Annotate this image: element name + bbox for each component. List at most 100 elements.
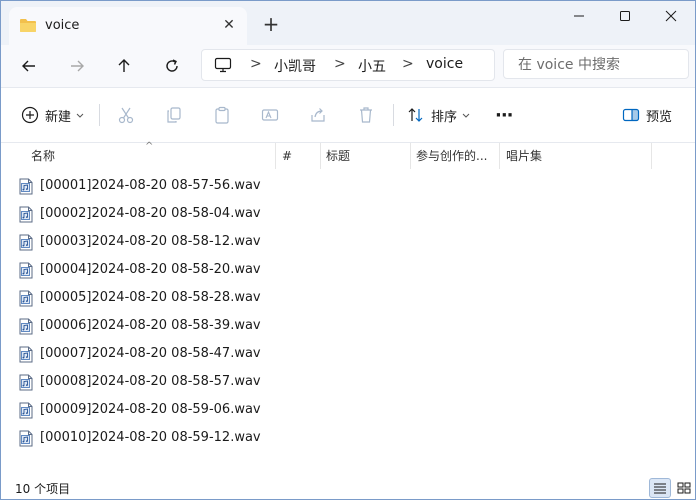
file-row[interactable]: [00009]2024-08-20 08-59-06.wav bbox=[11, 396, 671, 424]
column-separator[interactable] bbox=[320, 143, 321, 169]
sort-icon bbox=[408, 108, 423, 122]
file-name: [00007]2024-08-20 08-58-47.wav bbox=[40, 346, 261, 361]
share-button[interactable] bbox=[309, 103, 327, 127]
column-header-title[interactable]: 标题 bbox=[326, 143, 406, 169]
item-count: 10 个项目 bbox=[15, 482, 71, 496]
this-pc-icon bbox=[214, 57, 232, 73]
column-separator[interactable] bbox=[275, 143, 276, 169]
column-header-contributing-artists[interactable]: 参与创作的... bbox=[416, 143, 498, 169]
chevron-down-icon bbox=[462, 113, 470, 118]
command-bar: 新建 排序 ··· 预览 bbox=[1, 88, 695, 143]
column-header-number[interactable]: # bbox=[282, 143, 312, 169]
column-headers: ^ 名称 # 标题 参与创作的... 唱片集 bbox=[1, 141, 695, 169]
toolbar-divider bbox=[393, 104, 394, 126]
preview-pane-icon bbox=[622, 108, 640, 122]
up-arrow-icon bbox=[118, 59, 130, 72]
breadcrumb-separator[interactable]: > bbox=[334, 56, 346, 72]
audio-file-icon bbox=[19, 206, 33, 223]
new-button-label: 新建 bbox=[45, 109, 72, 125]
refresh-icon bbox=[166, 59, 178, 72]
tiles-view-icon bbox=[677, 482, 691, 494]
maximize-button[interactable] bbox=[602, 1, 648, 31]
minimize-icon bbox=[574, 15, 584, 17]
breadcrumb-item[interactable]: voice bbox=[426, 56, 463, 72]
file-name: [00010]2024-08-20 08-59-12.wav bbox=[40, 430, 261, 445]
rename-button[interactable] bbox=[261, 103, 279, 127]
file-row[interactable]: [00002]2024-08-20 08-58-04.wav bbox=[11, 200, 671, 228]
details-view-icon bbox=[654, 483, 666, 494]
paste-icon bbox=[215, 106, 229, 124]
file-row[interactable]: [00006]2024-08-20 08-58-39.wav bbox=[11, 312, 671, 340]
audio-file-icon bbox=[19, 262, 33, 279]
more-options-button[interactable]: ··· bbox=[495, 103, 513, 127]
column-separator[interactable] bbox=[410, 143, 411, 169]
file-name: [00002]2024-08-20 08-58-04.wav bbox=[40, 206, 261, 221]
trash-icon bbox=[360, 107, 372, 123]
audio-file-icon bbox=[19, 374, 33, 391]
file-explorer-window: voice ✕ + > 小凯哥 > 小五 > voice 在 voice 中搜索… bbox=[0, 0, 696, 500]
file-name: [00006]2024-08-20 08-58-39.wav bbox=[40, 318, 261, 333]
file-row[interactable]: [00001]2024-08-20 08-57-56.wav bbox=[11, 172, 671, 200]
file-row[interactable]: [00010]2024-08-20 08-59-12.wav bbox=[11, 424, 671, 452]
tab-voice[interactable]: voice ✕ bbox=[9, 7, 247, 45]
file-name: [00008]2024-08-20 08-58-57.wav bbox=[40, 374, 261, 389]
file-row[interactable]: [00003]2024-08-20 08-58-12.wav bbox=[11, 228, 671, 256]
file-name: [00005]2024-08-20 08-58-28.wav bbox=[40, 290, 261, 305]
search-input[interactable]: 在 voice 中搜索 bbox=[503, 49, 689, 79]
file-row[interactable]: [00007]2024-08-20 08-58-47.wav bbox=[11, 340, 671, 368]
audio-file-icon bbox=[19, 430, 33, 447]
audio-file-icon bbox=[19, 402, 33, 419]
tiles-view-button[interactable] bbox=[673, 478, 695, 498]
copy-icon bbox=[167, 107, 181, 123]
cut-icon bbox=[118, 107, 134, 124]
back-button[interactable] bbox=[17, 54, 41, 78]
share-icon bbox=[311, 108, 325, 122]
forward-arrow-icon bbox=[71, 60, 84, 72]
breadcrumb-item[interactable]: 小凯哥 bbox=[274, 56, 316, 76]
close-window-button[interactable] bbox=[648, 1, 694, 31]
column-header-album[interactable]: 唱片集 bbox=[506, 143, 646, 169]
details-view-button[interactable] bbox=[649, 478, 671, 498]
breadcrumb-separator[interactable]: > bbox=[250, 56, 262, 72]
minimize-button[interactable] bbox=[556, 1, 602, 31]
copy-button[interactable] bbox=[165, 103, 183, 127]
preview-button[interactable]: 预览 bbox=[622, 103, 672, 127]
sort-button-label: 排序 bbox=[431, 109, 458, 125]
preview-button-label: 预览 bbox=[646, 109, 673, 125]
add-circle-icon bbox=[21, 106, 39, 124]
audio-file-icon bbox=[19, 178, 33, 195]
audio-file-icon bbox=[19, 346, 33, 363]
file-row[interactable]: [00005]2024-08-20 08-58-28.wav bbox=[11, 284, 671, 312]
tab-close-button[interactable]: ✕ bbox=[219, 15, 239, 35]
navigation-bar: > 小凯哥 > 小五 > voice 在 voice 中搜索 bbox=[1, 45, 695, 88]
forward-button[interactable] bbox=[65, 54, 89, 78]
column-separator[interactable] bbox=[499, 143, 500, 169]
new-button[interactable]: 新建 bbox=[21, 103, 85, 127]
breadcrumb-separator[interactable]: > bbox=[402, 56, 414, 72]
cut-button[interactable] bbox=[117, 103, 135, 127]
breadcrumb-item[interactable]: 小五 bbox=[358, 56, 386, 76]
sort-button[interactable]: 排序 bbox=[407, 103, 471, 127]
delete-button[interactable] bbox=[357, 103, 375, 127]
file-row[interactable]: [00004]2024-08-20 08-58-20.wav bbox=[11, 256, 671, 284]
maximize-icon bbox=[620, 11, 630, 21]
refresh-button[interactable] bbox=[160, 54, 184, 78]
audio-file-icon bbox=[19, 234, 33, 251]
more-icon: ··· bbox=[495, 104, 513, 126]
close-icon bbox=[665, 10, 677, 22]
tab-title: voice bbox=[45, 18, 80, 33]
paste-button[interactable] bbox=[213, 103, 231, 127]
file-name: [00009]2024-08-20 08-59-06.wav bbox=[40, 402, 261, 417]
file-name: [00004]2024-08-20 08-58-20.wav bbox=[40, 262, 261, 277]
title-bar: voice ✕ + bbox=[1, 1, 695, 45]
column-header-name[interactable]: 名称 bbox=[31, 143, 261, 169]
new-tab-button[interactable]: + bbox=[259, 13, 283, 37]
column-separator[interactable] bbox=[651, 143, 652, 169]
audio-file-icon bbox=[19, 318, 33, 335]
file-row[interactable]: [00008]2024-08-20 08-58-57.wav bbox=[11, 368, 671, 396]
toolbar-divider bbox=[99, 104, 100, 126]
audio-file-icon bbox=[19, 290, 33, 307]
up-button[interactable] bbox=[112, 54, 136, 78]
address-bar[interactable]: > 小凯哥 > 小五 > voice bbox=[201, 49, 495, 81]
status-bar: 10 个项目 bbox=[1, 476, 695, 499]
